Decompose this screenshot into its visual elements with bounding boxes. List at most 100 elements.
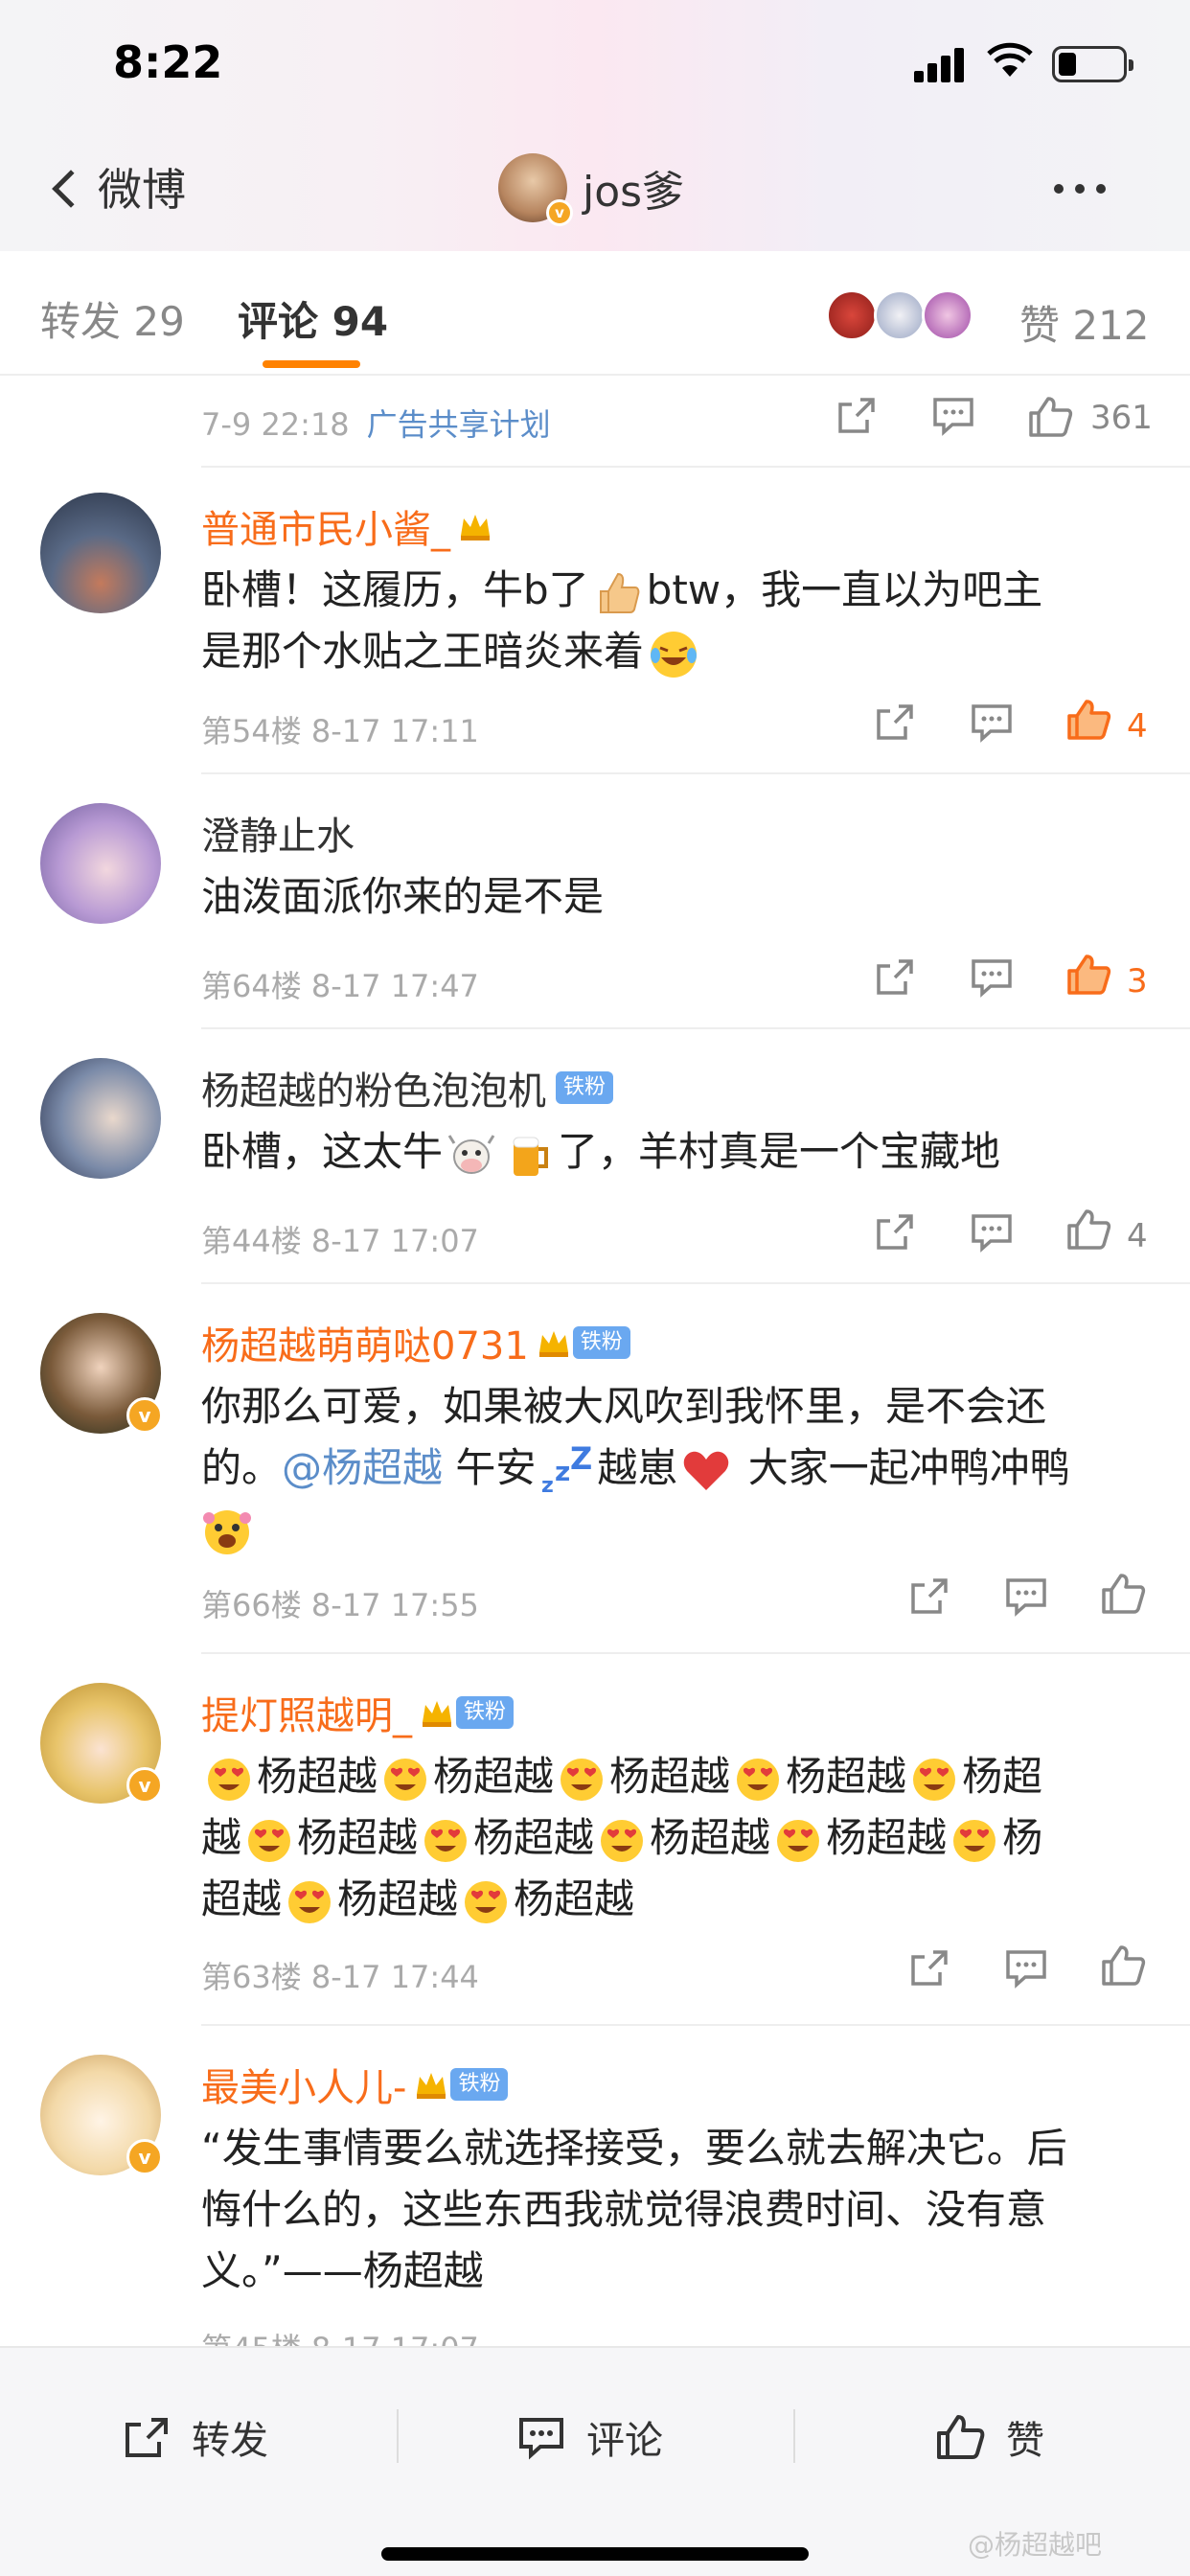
share-icon[interactable]: [874, 956, 916, 999]
like-icon: [937, 2415, 985, 2459]
crown-icon: [417, 2073, 446, 2099]
thumbs-up-emoji-icon: [599, 572, 640, 613]
home-indicator: [381, 2547, 809, 2561]
comment-button[interactable]: 评论: [517, 2409, 663, 2465]
crown-icon: [538, 1331, 568, 1357]
comment-label: 评论: [586, 2419, 663, 2463]
like-icon[interactable]: [1100, 1944, 1146, 1988]
user-avatar[interactable]: v: [40, 1313, 163, 1434]
comment-text-part: 超越: [201, 1875, 283, 1922]
mention-link[interactable]: @杨超越: [282, 1444, 443, 1491]
crown-icon: [423, 1701, 451, 1727]
like-count: 4: [1127, 707, 1148, 746]
comment-icon[interactable]: [1004, 1576, 1048, 1618]
liker-avatars[interactable]: [826, 289, 973, 341]
like-icon[interactable]: [1027, 395, 1073, 439]
svg-text:Z: Z: [570, 1446, 592, 1477]
repost-button[interactable]: 转发: [123, 2409, 268, 2465]
username[interactable]: 提灯照越明_ 铁粉: [201, 1685, 515, 1740]
username[interactable]: 普通市民小酱_: [201, 498, 492, 554]
comment-text: 你那么可爱，如果被大风吹到我怀里，是不会还 的。@杨超越 午安 z z Z 越崽 大家一…: [201, 1376, 1150, 1560]
back-button[interactable]: 微博: [52, 155, 186, 218]
comment-text-part: 杨超: [962, 1753, 1043, 1800]
comment-text-part: 午安: [443, 1444, 537, 1491]
comment-text: “发生事情要么就选择接受，要么就去解决它。后 悔什么的，这些东西我就觉得浪费时间…: [201, 2118, 1169, 2302]
user-avatar[interactable]: [40, 1058, 161, 1179]
like-count: 361: [1090, 399, 1153, 437]
comment-icon[interactable]: [970, 956, 1014, 999]
comment-icon[interactable]: [970, 702, 1014, 744]
page-title: jos爹: [583, 168, 685, 217]
username-text: 杨超越的粉色泡泡机: [201, 1070, 546, 1114]
comment-icon[interactable]: [970, 1211, 1014, 1254]
heart-eyes-emoji-icon: [208, 1758, 250, 1801]
liker-avatar: [922, 289, 973, 341]
comment-text-part: 杨: [1002, 1814, 1043, 1861]
ad-share-link[interactable]: 广告共享计划: [367, 406, 551, 443]
crown-icon: [461, 515, 490, 540]
signal-icon: [914, 48, 966, 82]
comment-meta: 第44楼 8-17 17:07: [201, 1223, 479, 1259]
like-icon[interactable]: [1065, 953, 1111, 997]
tab-comments[interactable]: 评论 94: [238, 289, 388, 348]
heart-eyes-emoji-icon: [737, 1758, 780, 1801]
like-count: 3: [1127, 962, 1148, 1000]
comment-meta: 第63楼 8-17 17:44: [201, 1959, 479, 1995]
username-text: 最美小人儿-: [201, 2066, 407, 2110]
back-label: 微博: [98, 164, 186, 216]
username-text: 提灯照越明_: [201, 1694, 412, 1738]
share-icon[interactable]: [908, 1947, 950, 1990]
username[interactable]: 杨超越的粉色泡泡机 铁粉: [201, 1060, 614, 1116]
liker-avatar: [826, 289, 878, 341]
divider: [397, 2409, 399, 2463]
nav-title[interactable]: v jos爹: [498, 153, 685, 226]
comment-text-part: 杨超越: [473, 1814, 595, 1861]
username-text: 普通市民小酱_: [201, 508, 450, 552]
laughing-crying-emoji-icon: [651, 631, 698, 678]
share-icon[interactable]: [874, 702, 916, 744]
comment-text-part: 义。”——杨超越: [201, 2247, 484, 2294]
more-options-button[interactable]: [1054, 184, 1106, 194]
user-avatar[interactable]: [40, 803, 161, 924]
comment-meta: 第66楼 8-17 17:55: [201, 1587, 479, 1623]
comment-text: 油泼面派你来的是不是: [201, 873, 605, 920]
comment-text-part: 卧槽，这太牛: [201, 1128, 444, 1175]
verified-badge-icon: v: [546, 199, 573, 226]
comment-icon[interactable]: [931, 395, 975, 437]
comment-text: 卧槽，这太牛 了，羊村真是一个宝藏地: [201, 1121, 1150, 1183]
share-icon[interactable]: [874, 1211, 916, 1254]
username[interactable]: 杨超越萌萌哒0731 铁粉: [201, 1315, 630, 1370]
username[interactable]: 澄静止水: [201, 805, 355, 861]
share-icon: [126, 2418, 168, 2457]
like-button[interactable]: 赞: [935, 2409, 1044, 2465]
comment-text-part: btw，我一直以为吧主: [646, 566, 1043, 613]
comment-text: 杨超越 杨超越 杨超越 杨超越 杨超越杨超越 杨超越 杨超越 杨超越杨超越 杨超越 杨超越: [201, 1746, 1159, 1930]
divider: [201, 2024, 1190, 2026]
share-icon[interactable]: [908, 1576, 950, 1618]
watermark: @杨超越吧: [968, 2529, 1103, 2561]
comment-text-part: 卧槽！这履历，牛b了: [201, 566, 589, 613]
share-icon[interactable]: [835, 395, 878, 437]
user-avatar[interactable]: v: [40, 2055, 163, 2175]
heart-eyes-emoji-icon: [953, 1819, 996, 1862]
username[interactable]: 最美小人儿- 铁粉: [201, 2057, 509, 2112]
comment-text-part: 杨超越: [257, 1753, 378, 1800]
svg-text:z: z: [555, 1456, 570, 1487]
tab-likes[interactable]: 赞 212: [1019, 293, 1150, 352]
verified-badge-icon: v: [126, 2139, 163, 2175]
like-icon[interactable]: [1065, 698, 1111, 742]
author-avatar: v: [498, 153, 573, 226]
verified-badge-icon: v: [126, 1767, 163, 1804]
comment-icon[interactable]: [1004, 1947, 1048, 1990]
user-avatar[interactable]: [40, 493, 161, 613]
divider: [793, 2409, 795, 2463]
svg-text:z: z: [541, 1474, 554, 1496]
repost-label: 转发: [192, 2419, 268, 2463]
comment-text-part: 杨超越: [826, 1814, 948, 1861]
tab-repost[interactable]: 转发 29: [40, 289, 185, 348]
like-icon[interactable]: [1100, 1572, 1146, 1616]
comment-meta: 第54楼 8-17 17:11: [201, 713, 479, 749]
user-avatar[interactable]: v: [40, 1683, 163, 1804]
like-icon[interactable]: [1065, 1208, 1111, 1252]
comment-text-part: 越: [201, 1814, 242, 1861]
